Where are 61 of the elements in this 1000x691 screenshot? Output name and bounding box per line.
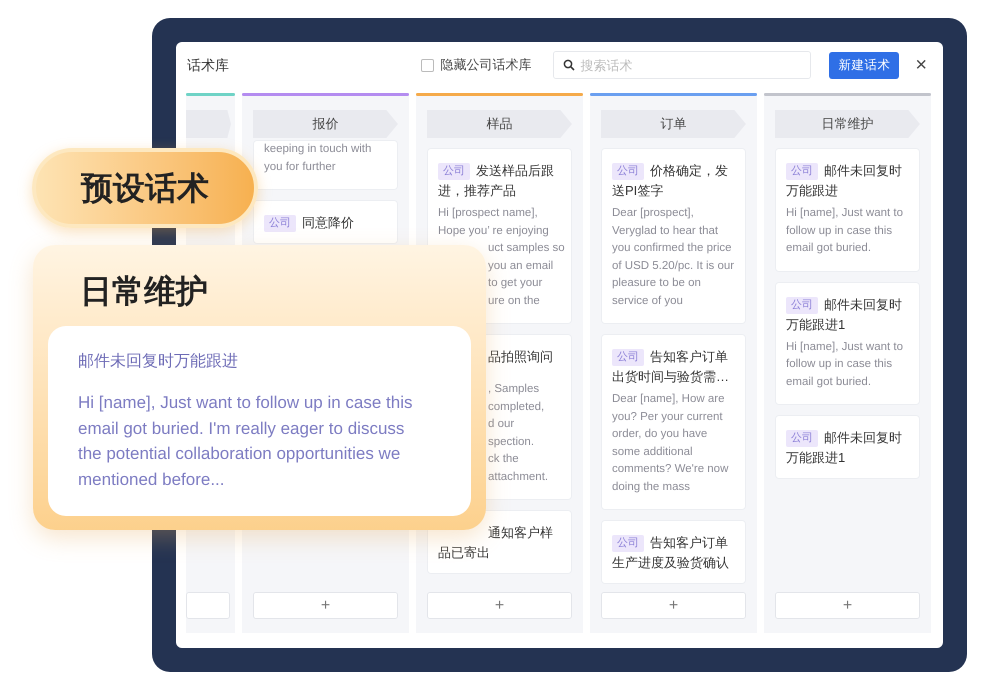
- card-body: Hi [name], Just want to follow up in case this email got buried.: [786, 340, 904, 390]
- search-icon: [563, 59, 576, 71]
- feature-badge-tooltip: 预设话术: [32, 148, 258, 228]
- card-body-line: Hi [prospect name],: [438, 206, 539, 221]
- script-card[interactable]: 公司 告知客户订单生产进度及验货确认: [601, 520, 746, 584]
- card-body-line: attachment.: [488, 470, 550, 484]
- card-body-line: ck the: [488, 452, 520, 467]
- script-card[interactable]: 公司 邮件未回复时万能跟进1: [775, 415, 920, 479]
- card-title: 品拍照询问: [487, 348, 554, 366]
- company-tag: 公司: [612, 163, 644, 180]
- card-body: Dear [prospect], Veryglad to hear that you confirmed the price of USD 5.20/pc. It is our pleasure to be on service of you: [612, 206, 735, 308]
- card-body-line: d our: [488, 417, 516, 432]
- script-card[interactable]: 公司 告知客户订单出货时间与验货需… Dear [name], How are you? Per your current order, do you have some additional comments? We're now doing the mass: [601, 334, 746, 510]
- stage-header[interactable]: 报价: [253, 110, 398, 138]
- company-tag: 公司: [264, 215, 296, 232]
- card-body-line: you an email: [488, 258, 554, 274]
- new-script-button[interactable]: 新建话术: [829, 52, 900, 78]
- add-card-button[interactable]: [186, 592, 230, 619]
- card-title: 公司 邮件未回复时万能跟进: [786, 162, 903, 200]
- company-tag: 公司: [438, 163, 470, 180]
- card-body-line: spection.: [488, 434, 536, 450]
- card-title: 公司 发送样品后跟进，推荐产品: [438, 162, 555, 200]
- card-title: 通知客户样品已寄出: [438, 524, 554, 562]
- card-body: Hi [name], Just want to follow up in case this email got buried.: [786, 206, 904, 256]
- window-title: 话术库: [187, 56, 229, 74]
- stage-header[interactable]: 订单: [601, 110, 746, 138]
- company-tag: 公司: [786, 430, 818, 447]
- company-tag: 公司: [786, 296, 818, 314]
- card-body-line: completed,: [488, 400, 546, 414]
- script-card[interactable]: 公司 价格确定，发送PI签字 Dear [prospect], Veryglad to hear that you confirmed the price of USD 5.20/pc. It is our pleasure to be on service of you: [601, 148, 746, 324]
- card-body-line: Hope you’ re enjoying: [438, 224, 550, 238]
- card-title: 公司 邮件未回复时万能跟进1: [786, 429, 903, 467]
- script-card[interactable]: 公司 邮件未回复时万能跟进 Hi [name], Just want to follow up in case this email got buried.: [775, 148, 920, 272]
- card-title: 公司 邮件未回复时万能跟进1: [786, 296, 903, 334]
- company-tag: 公司: [612, 535, 644, 552]
- add-card-button[interactable]: +: [427, 592, 572, 619]
- card-body: Dear [name], How are you? Per your current order, do you have some additional comments? We're now doing the mass: [612, 392, 730, 494]
- feature-title: 日常维护: [80, 272, 209, 311]
- card-title: 公司 同意降价: [264, 213, 387, 233]
- script-card[interactable]: 公司 同意降价: [253, 200, 398, 244]
- company-tag: 公司: [786, 163, 818, 180]
- card-body: keeping in touch with you for further: [264, 142, 372, 174]
- card-body-line: , Samples: [488, 382, 540, 397]
- hide-checkbox[interactable]: [421, 58, 434, 72]
- search-field[interactable]: 搜索话术: [553, 51, 812, 79]
- company-tag: 公司: [612, 349, 644, 366]
- hide-checkbox-label: 隐藏公司话术库: [440, 56, 532, 74]
- preview-body: Hi [name], Just want to follow up in case this email got buried. I'm really eager to discuss the potential collaboration opportunities we mentioned before...: [78, 392, 414, 490]
- add-card-button[interactable]: +: [253, 592, 398, 619]
- close-button[interactable]: ×: [915, 55, 927, 75]
- card-title: 公司 告知客户订单出货时间与验货需…: [612, 348, 730, 386]
- stage-header[interactable]: 样品: [427, 110, 572, 138]
- add-card-button[interactable]: +: [775, 592, 920, 619]
- add-card-button[interactable]: +: [601, 592, 746, 619]
- card-title: 公司 价格确定，发送PI签字: [612, 162, 729, 200]
- stage-header[interactable]: 日常维护: [775, 110, 920, 138]
- preview-title: 邮件未回复时万能跟进: [78, 352, 239, 372]
- script-card[interactable]: 公司 邮件未回复时万能跟进1 Hi [name], Just want to follow up in case this email got buried.: [775, 282, 920, 405]
- card-body-line: to get your: [488, 276, 544, 291]
- card-body-line: ure on the: [488, 294, 541, 308]
- card-title: 公司 告知客户订单生产进度及验货确认: [612, 534, 730, 572]
